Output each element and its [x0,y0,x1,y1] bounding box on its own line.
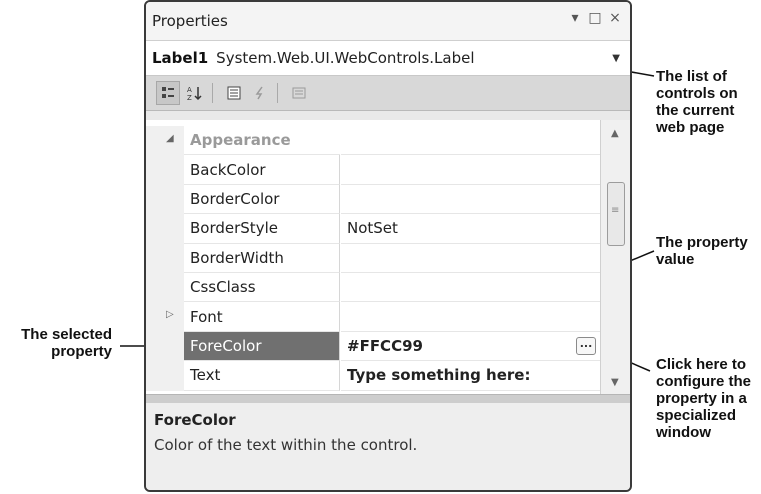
scroll-thumb[interactable]: ≡ [607,182,625,246]
property-name: BorderStyle [184,214,340,244]
callout-builder-button: Click here to configure the property in … [656,356,752,441]
property-value[interactable] [341,273,600,303]
row-gutter [146,273,184,303]
property-value[interactable] [341,185,600,215]
property-value[interactable]: NotSet [341,214,600,244]
properties-window: Properties ▾ □ × Label1 System.Web.UI.We… [144,0,632,492]
expand-icon[interactable]: ▷ [166,309,174,320]
row-gutter [146,214,184,244]
row-gutter [146,184,184,215]
window-buttons: ▾ □ × [568,10,622,26]
row-gutter [146,243,184,273]
property-name: CssClass [184,273,340,303]
row-gutter [146,155,184,185]
description-pane: ForeColor Color of the text within the c… [146,403,630,490]
alphabetical-icon[interactable]: AZ [184,82,206,104]
row-gutter [146,331,184,362]
property-name: BorderWidth [184,243,340,273]
property-row[interactable]: BorderStyle NotSet [146,214,600,244]
property-value[interactable]: #FFCC99 ... [341,332,600,362]
property-grid: ◢ Appearance BackColor BorderColor Borde… [146,120,600,394]
description-text: Color of the text within the control. [154,436,418,454]
property-value-text: #FFCC99 [347,336,423,355]
maximize-icon[interactable]: □ [588,10,602,26]
selected-object-name: Label1 [152,49,209,67]
properties-toolbar: AZ [146,76,630,111]
chevron-down-icon[interactable]: ▼ [612,53,620,64]
property-name: BorderColor [184,184,340,215]
property-name: ForeColor [184,331,340,362]
property-row[interactable]: BackColor [146,155,600,185]
property-name: BackColor [184,155,340,185]
grip-icon: ≡ [611,205,620,216]
scroll-up-icon[interactable]: ▲ [611,128,619,139]
category-row[interactable]: ◢ Appearance [146,126,600,156]
property-row[interactable]: ▷ Font [146,302,600,332]
svg-text:Z: Z [187,94,192,101]
svg-text:A: A [187,86,192,94]
property-row[interactable]: BorderWidth [146,243,600,273]
property-value[interactable] [341,302,600,332]
property-value[interactable] [341,155,600,185]
property-row[interactable]: Text Type something here: [146,361,600,391]
scroll-down-icon[interactable]: ▼ [611,377,619,388]
property-row-selected[interactable]: ForeColor #FFCC99 ... [146,331,600,362]
callout-controls-list: The list of controls on the current web … [656,68,738,136]
collapse-icon[interactable]: ◢ [166,133,174,144]
row-gutter: ▷ [146,302,184,332]
property-value[interactable] [341,244,600,273]
categorized-icon[interactable] [156,81,180,105]
property-row[interactable]: BorderColor [146,184,600,215]
selected-object-type: System.Web.UI.WebControls.Label [216,49,475,67]
property-pages-icon[interactable] [288,82,310,104]
close-icon[interactable]: × [608,10,622,26]
category-label: Appearance [184,126,340,156]
window-titlebar: Properties ▾ □ × [146,2,630,41]
window-title: Properties [152,12,228,30]
property-row[interactable]: CssClass [146,273,600,303]
property-value[interactable]: Type something here: [341,361,600,391]
properties-icon[interactable] [223,82,245,104]
events-icon[interactable] [249,82,271,104]
row-gutter [146,361,184,391]
category-value [341,126,600,156]
vertical-scrollbar[interactable]: ▲ ≡ ▼ [600,120,630,394]
row-gutter: ◢ [146,126,184,156]
toolbar-separator [277,83,278,103]
toolbar-separator [212,83,213,103]
builder-ellipsis-button[interactable]: ... [576,336,596,355]
callout-property-value: The property value [656,234,748,268]
description-title: ForeColor [154,411,236,429]
callout-selected-property: The selected property [21,326,112,360]
dropdown-icon[interactable]: ▾ [568,10,582,26]
property-name: Text [184,361,340,391]
object-selector[interactable]: Label1 System.Web.UI.WebControls.Label ▼ [146,41,630,76]
property-name: Font [184,302,340,332]
